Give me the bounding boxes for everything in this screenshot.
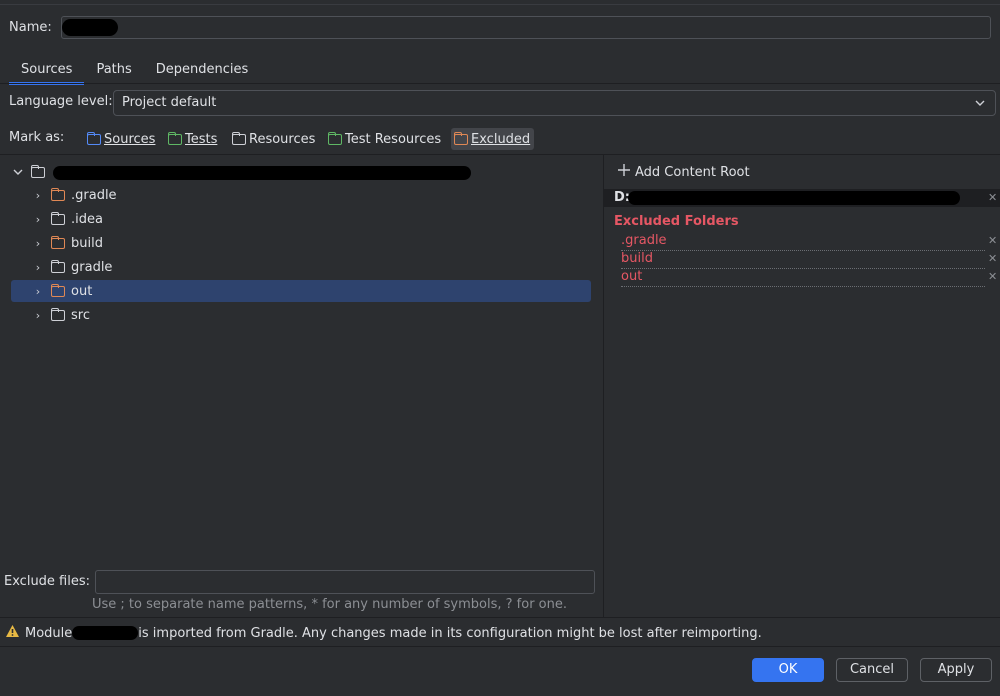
chevron-down-icon [975, 91, 985, 124]
language-level-select[interactable]: Project default [113, 90, 996, 116]
tab-bar: Sources Paths Dependencies [9, 60, 261, 85]
chevron-right-icon[interactable]: › [31, 261, 45, 274]
mark-excluded-button[interactable]: Excluded [451, 128, 534, 150]
tab-paths[interactable]: Paths [84, 60, 143, 82]
mark-tests-button[interactable]: Tests [165, 128, 220, 150]
tree-item-label: build [71, 235, 103, 251]
mark-resources-label: Resources [249, 131, 316, 147]
tree-item[interactable]: › src [11, 304, 591, 326]
mark-resources-button[interactable]: Resources [229, 128, 318, 150]
excluded-folder-icon [51, 283, 65, 297]
tree-item[interactable]: › build [11, 232, 591, 254]
tests-folder-icon [168, 131, 182, 145]
folder-icon [31, 164, 45, 178]
module-name-input[interactable] [61, 16, 991, 39]
resources-folder-icon [232, 131, 246, 145]
exclude-files-hint: Use ; to separate name patterns, * for a… [92, 597, 567, 612]
excluded-folders-title: Excluded Folders [614, 214, 739, 229]
mark-tests-label: Tests [185, 131, 218, 147]
language-level-label: Language level: [9, 94, 113, 109]
remove-content-root-icon[interactable]: ✕ [988, 191, 997, 204]
redacted-root-path [53, 166, 471, 180]
remove-excluded-icon[interactable]: ✕ [988, 234, 997, 247]
folder-icon [51, 211, 65, 225]
apply-button[interactable]: Apply [920, 658, 992, 682]
redacted-module-name [72, 626, 139, 640]
tabs-divider [0, 83, 1000, 84]
tree-item[interactable]: › .gradle [11, 184, 591, 206]
excluded-folder-icon [51, 235, 65, 249]
gradle-warning: Module is imported from Gradle. Any chan… [5, 624, 762, 642]
mark-test-resources-button[interactable]: Test Resources [325, 128, 444, 150]
mark-excluded-label: Excluded [471, 131, 531, 147]
tree-item-label: src [71, 307, 90, 323]
chevron-down-icon[interactable] [11, 166, 25, 179]
cancel-button[interactable]: Cancel [836, 658, 908, 682]
tree-item[interactable]: › .idea [11, 208, 591, 230]
mark-test-resources-label: Test Resources [345, 131, 442, 147]
test-resources-folder-icon [328, 131, 342, 145]
exclude-files-label: Exclude files: [4, 574, 91, 589]
footer-divider [0, 646, 1000, 647]
tree-item-selected[interactable]: › out [11, 280, 591, 302]
folder-icon [51, 307, 65, 321]
tree-item-label: out [71, 283, 93, 299]
redacted-name [62, 19, 118, 36]
mark-sources-button[interactable]: Sources [84, 128, 158, 150]
remove-excluded-icon[interactable]: ✕ [988, 252, 997, 265]
tree-item-label: gradle [71, 259, 113, 275]
excluded-folder-item: .gradle [621, 233, 985, 251]
tree-item-label: .gradle [71, 187, 117, 203]
mark-as-label: Mark as: [9, 130, 65, 145]
warning-icon [5, 624, 20, 642]
tree-root[interactable] [11, 161, 591, 183]
chevron-right-icon[interactable]: › [31, 237, 45, 250]
language-level-value: Project default [122, 95, 217, 110]
add-content-root-button[interactable]: Add Content Root [617, 163, 750, 181]
mark-sources-label: Sources [104, 131, 156, 147]
chevron-right-icon[interactable]: › [31, 213, 45, 226]
excluded-folder-item: build [621, 251, 985, 269]
redacted-content-root [628, 191, 960, 205]
chevron-right-icon[interactable]: › [31, 309, 45, 322]
tab-sources[interactable]: Sources [9, 60, 85, 85]
tree-item-label: .idea [71, 211, 103, 227]
bottom-divider [0, 617, 1000, 618]
name-label: Name: [9, 20, 52, 35]
chevron-right-icon[interactable]: › [31, 285, 45, 298]
folder-icon [51, 259, 65, 273]
exclude-files-input[interactable] [95, 570, 595, 594]
add-content-root-label: Add Content Root [635, 164, 750, 180]
sources-folder-icon [87, 131, 101, 145]
tab-dependencies[interactable]: Dependencies [144, 60, 261, 82]
excluded-folder-icon [51, 187, 65, 201]
plus-icon [617, 163, 631, 181]
warning-prefix: Module [25, 625, 73, 641]
top-divider [0, 4, 1000, 5]
excluded-folder-item: out [621, 269, 985, 287]
warning-suffix: is imported from Gradle. Any changes mad… [138, 625, 762, 641]
content-divider [0, 154, 1000, 155]
ok-button[interactable]: OK [752, 658, 824, 682]
excluded-folder-icon [454, 131, 468, 145]
tree-item[interactable]: › gradle [11, 256, 591, 278]
panel-splitter[interactable] [603, 155, 604, 617]
chevron-right-icon[interactable]: › [31, 189, 45, 202]
remove-excluded-icon[interactable]: ✕ [988, 270, 997, 283]
